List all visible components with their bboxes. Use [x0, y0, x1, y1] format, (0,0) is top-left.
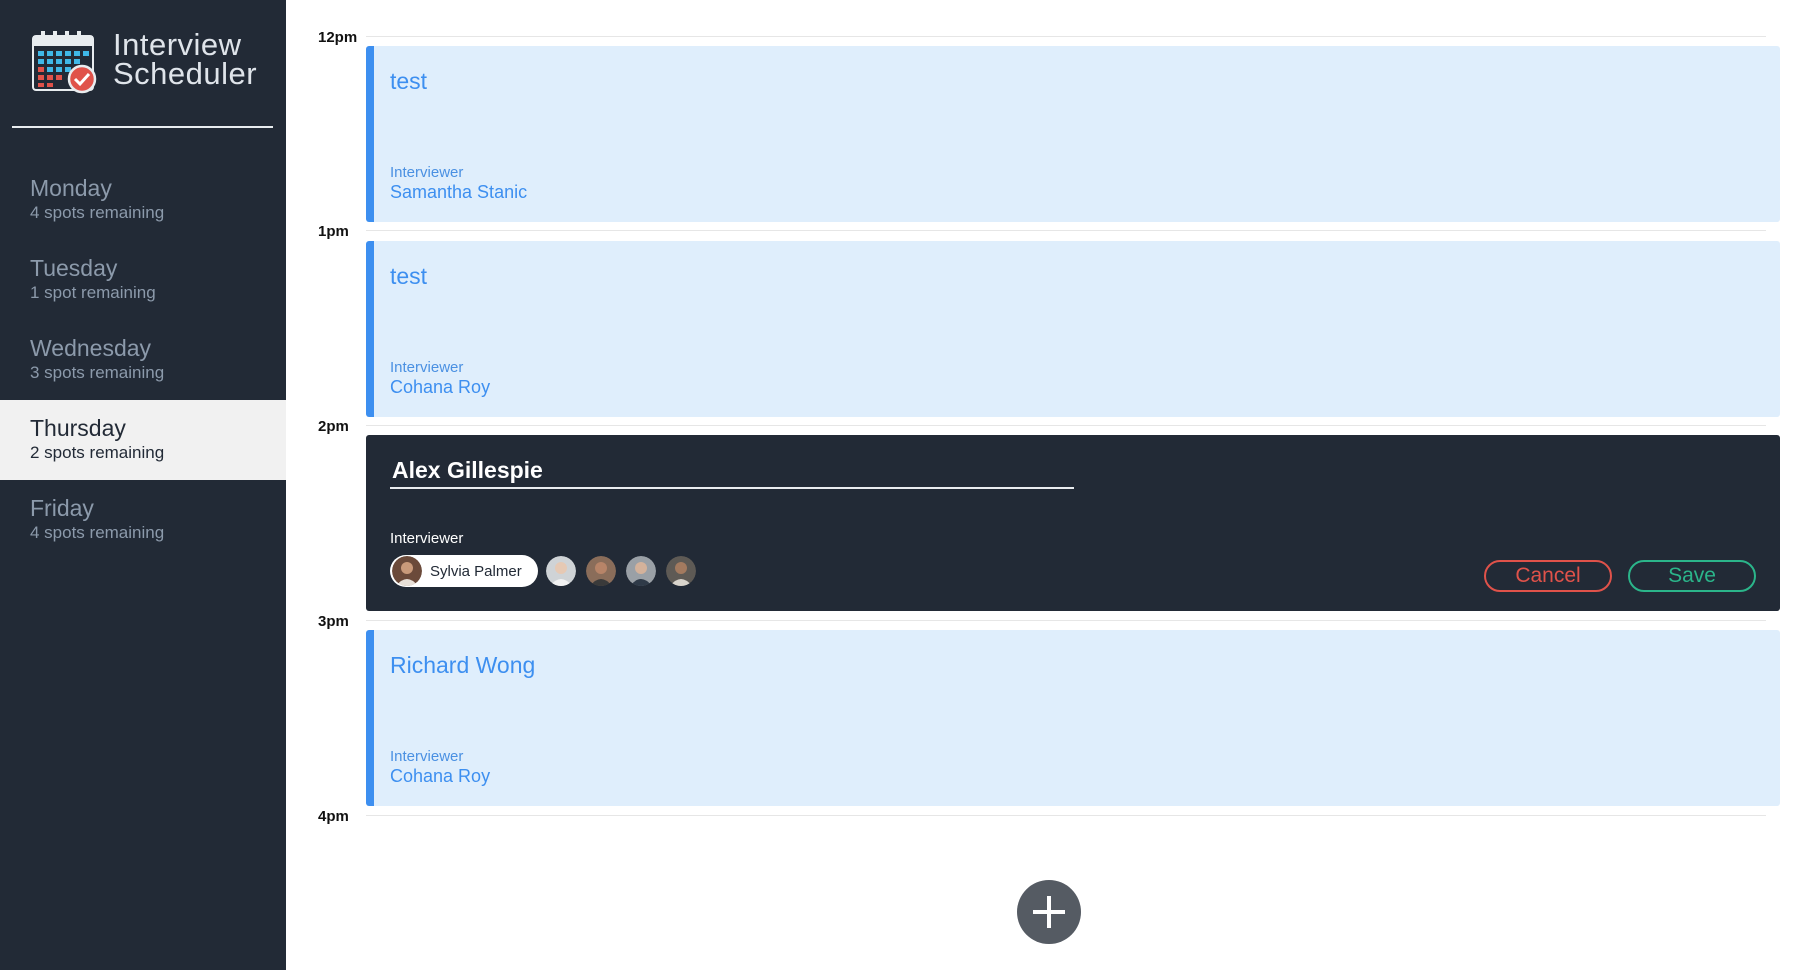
interviewer-item-selected[interactable]: Sylvia Palmer	[390, 555, 538, 587]
day-name: Monday	[30, 175, 112, 201]
interviewer-label: Interviewer	[390, 748, 464, 765]
day-name: Tuesday	[30, 255, 118, 281]
time-label: 3pm	[318, 613, 349, 630]
day-name: Friday	[30, 495, 94, 521]
day-item-wednesday[interactable]: Wednesday 3 spots remaining	[0, 320, 286, 400]
hour-divider	[366, 36, 1766, 37]
appointment-card[interactable]: test Interviewer Samantha Stanic	[366, 46, 1780, 222]
day-item-thursday[interactable]: Thursday 2 spots remaining	[0, 400, 286, 480]
interviewer-name: Sylvia Palmer	[430, 562, 522, 580]
appointment-card[interactable]: Richard Wong Interviewer Cohana Roy	[366, 630, 1780, 806]
hour-divider	[366, 620, 1766, 621]
day-list: Monday 4 spots remaining Tuesday 1 spot …	[0, 160, 286, 560]
appointment-card[interactable]: test Interviewer Cohana Roy	[366, 241, 1780, 417]
interviewer-label: Interviewer	[390, 530, 464, 547]
day-item-friday[interactable]: Friday 4 spots remaining	[0, 480, 286, 560]
day-item-monday[interactable]: Monday 4 spots remaining	[0, 160, 286, 240]
time-label: 4pm	[318, 808, 349, 825]
plus-icon	[1033, 896, 1065, 928]
cancel-button[interactable]: Cancel	[1484, 560, 1612, 592]
brand: Interview Scheduler	[31, 27, 258, 94]
app-title: Interview Scheduler	[113, 27, 258, 91]
student-name: test	[390, 263, 428, 289]
app-title-line1: Interview	[113, 27, 242, 62]
add-appointment-button[interactable]	[1017, 880, 1081, 944]
student-name: Richard Wong	[390, 652, 536, 678]
student-name-input[interactable]	[390, 453, 1074, 489]
hour-divider	[366, 425, 1766, 426]
interviewer-list: Sylvia Palmer	[390, 555, 706, 587]
interviewer-avatar[interactable]	[625, 556, 656, 586]
time-label: 12pm	[318, 29, 358, 46]
time-label: 2pm	[318, 418, 349, 435]
appointment-edit-form: Interviewer Sylvia Palmer Cancel Save	[366, 435, 1780, 611]
interviewer-name: Cohana Roy	[390, 766, 491, 786]
avatar	[392, 556, 422, 586]
day-name: Wednesday	[30, 335, 152, 361]
interviewer-label: Interviewer	[390, 359, 464, 376]
interviewer-name: Cohana Roy	[390, 377, 491, 397]
time-label: 1pm	[318, 223, 349, 240]
app-title-line2: Scheduler	[113, 56, 258, 91]
interviewer-name: Samantha Stanic	[390, 182, 528, 202]
day-spots: 4 spots remaining	[30, 203, 165, 222]
hour-divider	[366, 815, 1766, 816]
day-spots: 3 spots remaining	[30, 363, 165, 382]
schedule: 12pm test Interviewer Samantha Stanic 1p…	[286, 0, 1811, 970]
day-name: Thursday	[30, 415, 126, 441]
sidebar-divider	[12, 126, 273, 128]
day-spots: 4 spots remaining	[30, 523, 165, 542]
interviewer-label: Interviewer	[390, 164, 464, 181]
student-name: test	[390, 68, 428, 94]
day-spots: 1 spot remaining	[30, 283, 156, 302]
save-button[interactable]: Save	[1628, 560, 1756, 592]
interviewer-avatar[interactable]	[585, 556, 616, 586]
interviewer-avatar[interactable]	[545, 556, 576, 586]
sidebar: Interview Scheduler Monday 4 spots remai…	[0, 0, 286, 970]
interviewer-avatar[interactable]	[665, 556, 696, 586]
calendar-check-icon	[32, 31, 97, 94]
day-item-tuesday[interactable]: Tuesday 1 spot remaining	[0, 240, 286, 320]
day-spots: 2 spots remaining	[30, 443, 165, 462]
hour-divider	[366, 230, 1766, 231]
